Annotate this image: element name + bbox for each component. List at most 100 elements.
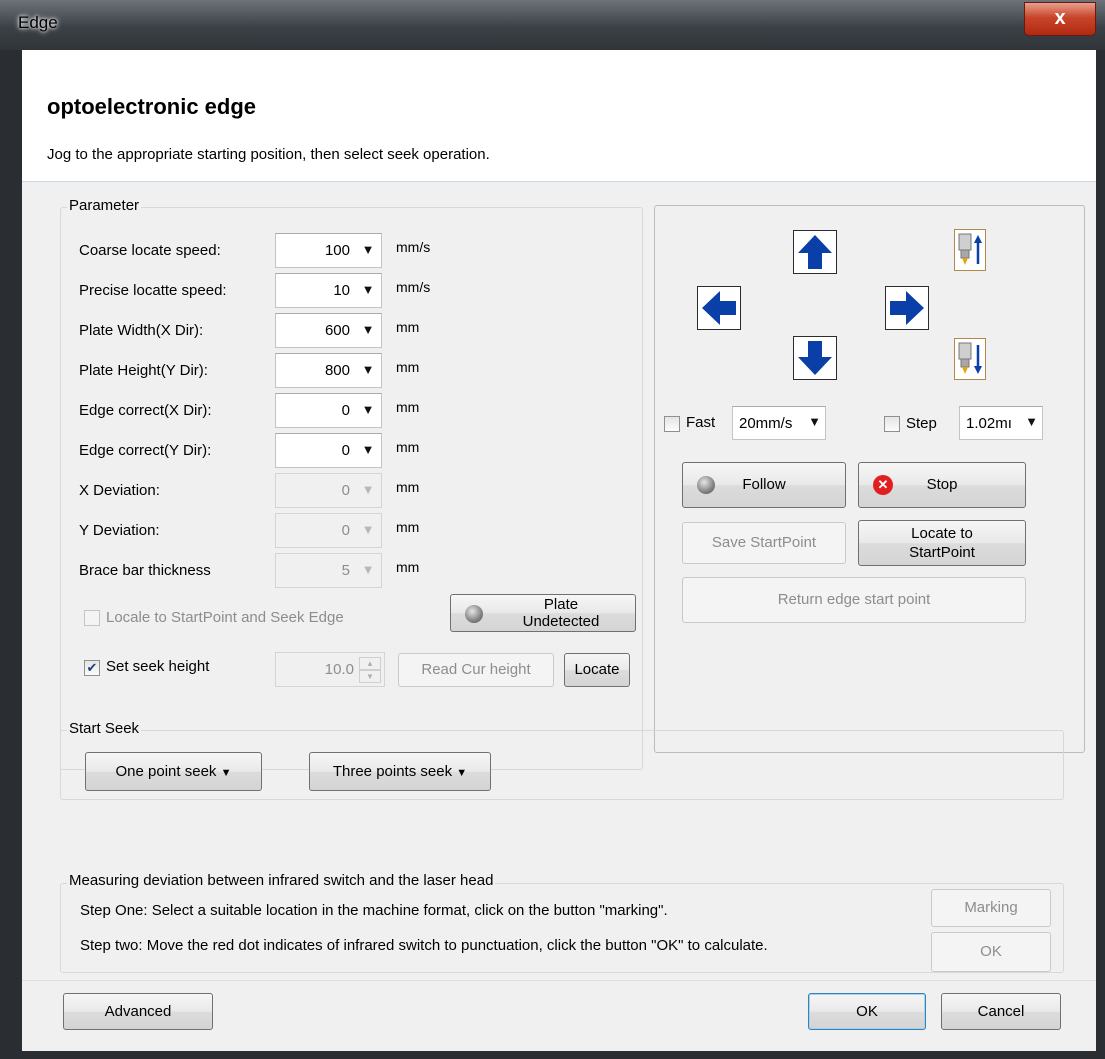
step-checkbox[interactable] (884, 416, 900, 432)
param-value: 0 (341, 482, 350, 499)
seek-height-spinner[interactable]: 10.0 ▲ ▼ (275, 652, 385, 687)
three-points-seek-label: Three points seek (332, 763, 453, 780)
fast-label: Fast (686, 414, 716, 431)
arrow-up-icon (798, 235, 832, 269)
param-label: Plate Width(X Dir): (79, 322, 204, 339)
stop-icon: ✕ (873, 475, 893, 495)
param-combo[interactable]: 100 ▼ (275, 233, 382, 268)
footer-divider (22, 980, 1096, 981)
header-panel: optoelectronic edge Jog to the appropria… (22, 50, 1096, 182)
step-label: Step (906, 415, 937, 432)
fast-speed-select[interactable]: 20mm/s ▼ (732, 406, 826, 440)
ok-button[interactable]: OK (808, 993, 926, 1030)
spin-up-icon[interactable]: ▲ (359, 657, 381, 670)
window-frame-bottom (0, 1051, 1105, 1059)
param-combo[interactable]: 0 ▼ (275, 513, 382, 548)
measuring-group (60, 883, 1064, 973)
return-edge-start-button[interactable]: Return edge start point (682, 577, 1026, 623)
plate-led-icon (465, 605, 483, 623)
param-label: X Deviation: (79, 482, 160, 499)
seek-height-label: Set seek height (106, 658, 210, 675)
follow-label: Follow (742, 476, 786, 493)
locale-seek-label: Locale to StartPoint and Seek Edge (106, 609, 344, 626)
locate-startpoint-button[interactable]: Locate to StartPoint (858, 520, 1026, 566)
torch-down-button[interactable] (954, 338, 986, 380)
arrow-left-icon (702, 291, 736, 325)
chevron-down-icon[interactable]: ▼ (354, 474, 381, 507)
edge-dialog: Edge x optoelectronic edge Jog to the ap… (0, 0, 1105, 1059)
plate-status-button[interactable]: Plate Undetected (450, 594, 636, 632)
param-unit: mm (396, 359, 420, 375)
stop-button[interactable]: ✕ Stop (858, 462, 1026, 508)
chevron-down-icon[interactable]: ▼ (354, 314, 381, 347)
param-combo[interactable]: 800 ▼ (275, 353, 382, 388)
arrow-right-icon (890, 291, 924, 325)
chevron-down-icon[interactable]: ▼ (1020, 407, 1042, 439)
jog-up-button[interactable] (793, 230, 837, 274)
read-cur-height-button[interactable]: Read Cur height (398, 653, 554, 687)
window-title: Edge (18, 13, 58, 32)
fast-checkbox[interactable] (664, 416, 680, 432)
locale-seek-checkbox[interactable] (84, 610, 100, 626)
dialog-body: optoelectronic edge Jog to the appropria… (22, 50, 1096, 1051)
start-seek-title: Start Seek (67, 720, 142, 737)
param-value: 5 (341, 562, 350, 579)
param-label: Edge correct(X Dir): (79, 402, 212, 419)
one-point-seek-label: One point seek (115, 763, 217, 780)
advanced-button[interactable]: Advanced (63, 993, 213, 1030)
chevron-down-icon[interactable]: ▼ (354, 354, 381, 387)
cancel-button[interactable]: Cancel (941, 993, 1061, 1030)
param-combo[interactable]: 600 ▼ (275, 313, 382, 348)
param-combo[interactable]: 5 ▼ (275, 553, 382, 588)
param-label: Edge correct(Y Dir): (79, 442, 212, 459)
spin-down-icon[interactable]: ▼ (359, 670, 381, 683)
locate-button[interactable]: Locate (564, 653, 630, 687)
step-one-text: Step One: Select a suitable location in … (80, 902, 668, 919)
measuring-title: Measuring deviation between infrared swi… (67, 872, 496, 889)
seek-height-checkbox[interactable]: ✔ (84, 660, 100, 676)
chevron-down-icon[interactable]: ▼ (354, 554, 381, 587)
jog-down-button[interactable] (793, 336, 837, 380)
jog-right-button[interactable] (885, 286, 929, 330)
param-unit: mm (396, 439, 420, 455)
plate-status-label: Plate Undetected (522, 596, 600, 630)
param-unit: mm (396, 399, 420, 415)
one-point-seek-button[interactable]: One point seek ▼ (85, 752, 262, 791)
param-unit: mm (396, 479, 420, 495)
jog-left-button[interactable] (697, 286, 741, 330)
stop-label: Stop (926, 476, 958, 493)
follow-led-icon (697, 476, 715, 494)
torch-down-icon (958, 342, 982, 374)
chevron-down-icon[interactable]: ▼ (803, 407, 825, 439)
param-combo[interactable]: 0 ▼ (275, 473, 382, 508)
chevron-down-icon[interactable]: ▼ (354, 514, 381, 547)
page-subtitle: Jog to the appropriate starting position… (47, 146, 490, 163)
param-combo[interactable]: 0 ▼ (275, 393, 382, 428)
param-value: 800 (324, 362, 350, 379)
chevron-down-icon[interactable]: ▼ (354, 394, 381, 427)
param-value: 0 (341, 402, 350, 419)
parameter-group-title: Parameter (67, 197, 142, 214)
close-button[interactable]: x (1024, 2, 1096, 36)
param-value: 10 (333, 282, 350, 299)
torch-up-icon (958, 233, 982, 265)
param-label: Coarse locate speed: (79, 242, 221, 259)
chevron-down-icon[interactable]: ▼ (354, 274, 381, 307)
step-size-select[interactable]: 1.02mı ▼ (959, 406, 1043, 440)
measuring-ok-button[interactable]: OK (931, 932, 1051, 972)
three-points-seek-button[interactable]: Three points seek ▼ (309, 752, 491, 791)
follow-button[interactable]: Follow (682, 462, 846, 508)
save-startpoint-button[interactable]: Save StartPoint (682, 522, 846, 564)
torch-up-button[interactable] (954, 229, 986, 271)
page-title: optoelectronic edge (47, 94, 257, 119)
param-combo[interactable]: 10 ▼ (275, 273, 382, 308)
chevron-down-icon[interactable]: ▼ (354, 234, 381, 267)
chevron-down-icon[interactable]: ▼ (354, 434, 381, 467)
param-label: Plate Height(Y Dir): (79, 362, 208, 379)
param-label: Precise locatte speed: (79, 282, 227, 299)
fast-speed-value: 20mm/s (739, 415, 793, 432)
param-combo[interactable]: 0 ▼ (275, 433, 382, 468)
title-bar[interactable]: Edge x (0, 0, 1105, 50)
marking-button[interactable]: Marking (931, 889, 1051, 927)
step-two-text: Step two: Move the red dot indicates of … (80, 937, 768, 954)
